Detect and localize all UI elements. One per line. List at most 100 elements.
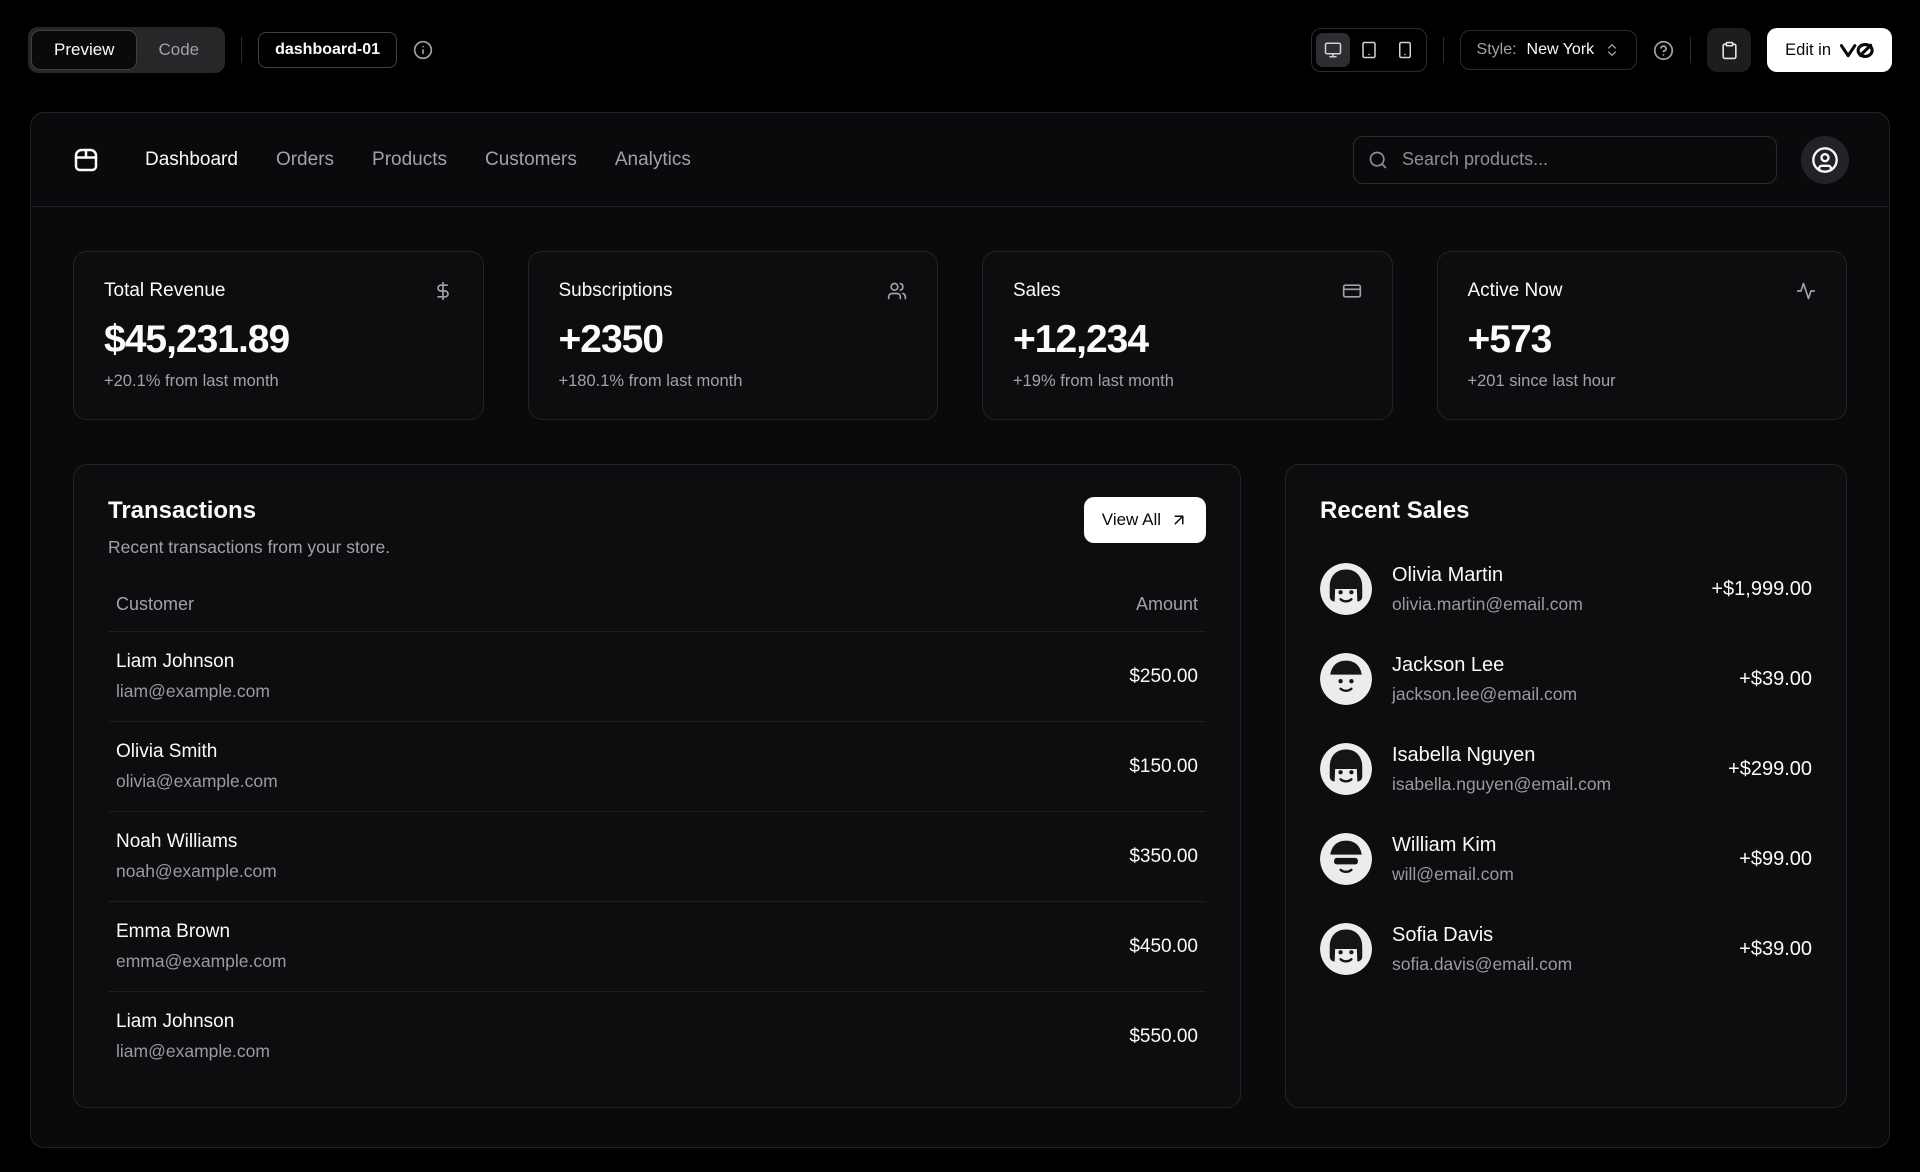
stat-change: +201 since last hour — [1467, 372, 1616, 390]
sale-customer-email: olivia.martin@email.com — [1392, 593, 1583, 614]
help-circle-icon — [1653, 40, 1674, 61]
stat-title: Total Revenue — [104, 280, 226, 301]
info-button[interactable] — [413, 40, 433, 60]
toolbar-left: Preview Code dashboard-01 — [28, 27, 433, 73]
transactions-card: Transactions Recent transactions from yo… — [73, 464, 1241, 1108]
transaction-amount: $450.00 — [1129, 935, 1198, 957]
block-name-badge: dashboard-01 — [258, 32, 398, 68]
customer-name: Emma Brown — [116, 921, 231, 942]
customer-name: Liam Johnson — [116, 651, 235, 672]
toolbar-separator — [1442, 37, 1444, 63]
style-select[interactable]: Style: New York — [1459, 30, 1638, 70]
avatar — [1320, 743, 1372, 795]
transaction-amount: $250.00 — [1129, 665, 1198, 687]
search-icon — [1368, 150, 1388, 170]
circle-user-icon — [1811, 146, 1839, 174]
credit-card-icon — [1342, 281, 1362, 301]
recent-sales-card: Recent Sales Olivia Martin olivia.martin… — [1285, 464, 1847, 1108]
stat-value: +2350 — [558, 318, 665, 361]
dashboard-navbar: Dashboard Orders Products Customers Anal… — [31, 113, 1889, 207]
sale-amount: +$299.00 — [1728, 757, 1812, 780]
sale-amount: +$99.00 — [1739, 847, 1812, 870]
table-row: Liam Johnson liam@example.com $550.00 — [108, 992, 1206, 1081]
search-input[interactable] — [1353, 135, 1777, 184]
toolbar-separator — [241, 37, 243, 63]
dollar-sign-icon — [433, 281, 453, 301]
arrow-up-right-icon — [1170, 511, 1188, 529]
nav-link-analytics[interactable]: Analytics — [615, 149, 691, 171]
avatar — [1320, 923, 1372, 975]
users-icon — [887, 281, 907, 301]
view-all-button[interactable]: View All — [1083, 497, 1206, 543]
table-row: Olivia Smith olivia@example.com $150.00 — [108, 722, 1206, 812]
stat-cards-row: Total Revenue $45,231.89 +20.1% from las… — [73, 251, 1847, 420]
stat-card-total-revenue: Total Revenue $45,231.89 +20.1% from las… — [73, 251, 484, 420]
list-item: Jackson Lee jackson.lee@email.com +$39.0… — [1320, 653, 1812, 705]
transactions-title: Transactions — [108, 497, 257, 524]
table-row: Liam Johnson liam@example.com $250.00 — [108, 632, 1206, 722]
mobile-view-button[interactable] — [1388, 33, 1422, 67]
clipboard-icon — [1720, 41, 1739, 60]
avatar — [1320, 653, 1372, 705]
sale-customer-name: Olivia Martin — [1392, 563, 1504, 586]
nav-link-customers[interactable]: Customers — [485, 149, 577, 171]
store-icon — [71, 145, 101, 175]
transaction-amount: $150.00 — [1129, 755, 1198, 777]
style-select-value: New York — [1526, 41, 1595, 58]
nav-link-products[interactable]: Products — [372, 149, 447, 171]
customer-name: Liam Johnson — [116, 1011, 235, 1032]
stat-card-sales: Sales +12,234 +19% from last month — [982, 251, 1393, 420]
main-grid: Transactions Recent transactions from yo… — [73, 464, 1847, 1108]
sale-customer-name: Jackson Lee — [1392, 653, 1505, 676]
stat-card-active-now: Active Now +573 +201 since last hour — [1436, 251, 1847, 420]
user-menu-button[interactable] — [1801, 135, 1849, 184]
sale-amount: +$1,999.00 — [1711, 577, 1812, 600]
nav-link-orders[interactable]: Orders — [276, 149, 334, 171]
sale-customer-name: Isabella Nguyen — [1392, 743, 1536, 766]
transaction-amount: $350.00 — [1129, 845, 1198, 867]
chevrons-up-down-icon — [1604, 42, 1620, 58]
customer-email: emma@example.com — [116, 951, 287, 971]
tablet-icon — [1360, 41, 1378, 59]
stat-title: Active Now — [1467, 280, 1563, 301]
sale-customer-email: isabella.nguyen@email.com — [1392, 773, 1612, 794]
nav-link-dashboard[interactable]: Dashboard — [145, 149, 238, 171]
list-item: Olivia Martin olivia.martin@email.com +$… — [1320, 563, 1812, 615]
stat-card-subscriptions: Subscriptions +2350 +180.1% from last mo… — [527, 251, 938, 420]
stat-change: +19% from last month — [1013, 372, 1174, 390]
transaction-amount: $550.00 — [1129, 1025, 1198, 1047]
sale-customer-name: Sofia Davis — [1392, 923, 1494, 946]
sale-customer-name: William Kim — [1392, 833, 1497, 856]
list-item: William Kim will@email.com +$99.00 — [1320, 833, 1812, 885]
transactions-subtitle: Recent transactions from your store. — [108, 537, 391, 557]
v0-logo-icon — [1840, 42, 1874, 59]
tablet-view-button[interactable] — [1352, 33, 1386, 67]
copy-code-button[interactable] — [1707, 28, 1752, 72]
info-icon — [413, 40, 433, 60]
edit-in-v0-button[interactable]: Edit in — [1767, 28, 1892, 72]
edit-in-v0-label: Edit in — [1785, 40, 1831, 59]
style-select-label: Style: — [1476, 41, 1517, 58]
customer-name: Noah Williams — [116, 831, 238, 852]
stat-value: $45,231.89 — [104, 318, 290, 361]
preview-code-tabs: Preview Code — [28, 27, 226, 73]
dashboard-content: Total Revenue $45,231.89 +20.1% from las… — [31, 207, 1889, 1147]
tab-code[interactable]: Code — [136, 31, 221, 69]
list-item: Isabella Nguyen isabella.nguyen@email.co… — [1320, 743, 1812, 795]
store-logo-button[interactable] — [71, 145, 101, 175]
help-button[interactable] — [1653, 40, 1674, 61]
transactions-table: Customer Amount Liam Johnson liam@exampl… — [108, 584, 1206, 1081]
desktop-view-button[interactable] — [1315, 33, 1350, 67]
table-row: Noah Williams noah@example.com $350.00 — [108, 812, 1206, 902]
preview-toolbar: Preview Code dashboard-01 Style: New Yor… — [0, 0, 1920, 100]
activity-icon — [1796, 281, 1816, 301]
tab-preview[interactable]: Preview — [32, 31, 137, 69]
view-all-label: View All — [1101, 510, 1161, 529]
avatar — [1320, 563, 1372, 615]
recent-sales-title: Recent Sales — [1320, 497, 1470, 524]
customer-name: Olivia Smith — [116, 741, 218, 762]
stat-change: +20.1% from last month — [104, 372, 279, 390]
stat-title: Subscriptions — [558, 280, 673, 301]
list-item: Sofia Davis sofia.davis@email.com +$39.0… — [1320, 923, 1812, 975]
stat-title: Sales — [1013, 280, 1061, 301]
